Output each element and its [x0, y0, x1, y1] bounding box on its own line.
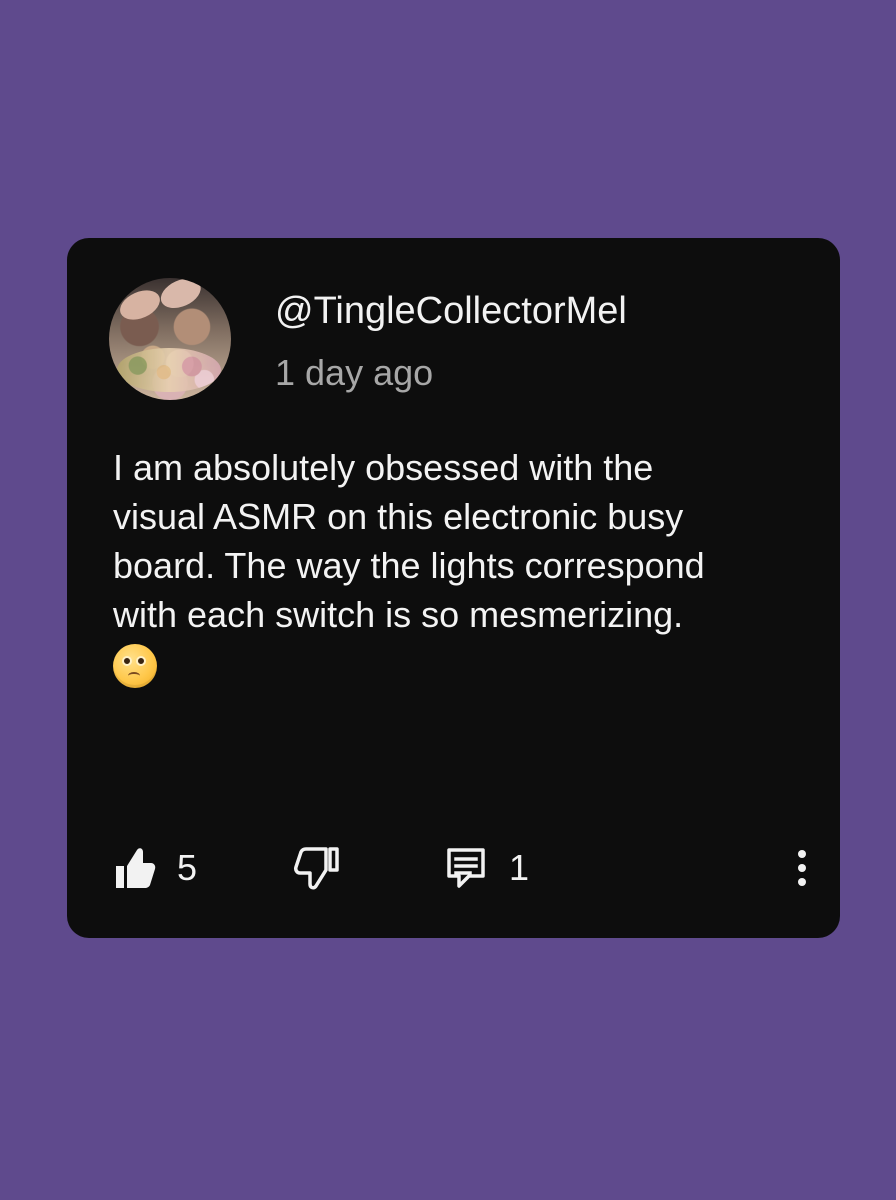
like-count: 5: [177, 847, 198, 888]
more-options-button[interactable]: [796, 843, 808, 893]
reply-button[interactable]: 1: [445, 843, 529, 893]
comment-card: @TingleCollectorMel 1 day ago I am absol…: [67, 238, 840, 938]
thumbs-down-icon: [291, 845, 341, 891]
emoji-mouth: [128, 672, 140, 680]
comment-text: I am absolutely obsessed with the visual…: [113, 447, 705, 635]
dislike-button[interactable]: [291, 843, 341, 893]
comment-actions: 5 1: [113, 843, 808, 893]
thumbs-up-icon: [113, 845, 157, 891]
emoji-right-eye: [136, 656, 146, 666]
like-button[interactable]: 5: [113, 843, 197, 893]
reply-count: 1: [509, 847, 530, 888]
more-vertical-icon: [796, 848, 808, 888]
pleading-face-emoji: [113, 644, 157, 688]
comment-timestamp: 1 day ago: [275, 352, 434, 393]
avatar[interactable]: [109, 278, 231, 400]
username[interactable]: @TingleCollectorMel: [275, 292, 627, 330]
comment-icon: [445, 846, 487, 890]
emoji-left-eye: [122, 656, 132, 666]
